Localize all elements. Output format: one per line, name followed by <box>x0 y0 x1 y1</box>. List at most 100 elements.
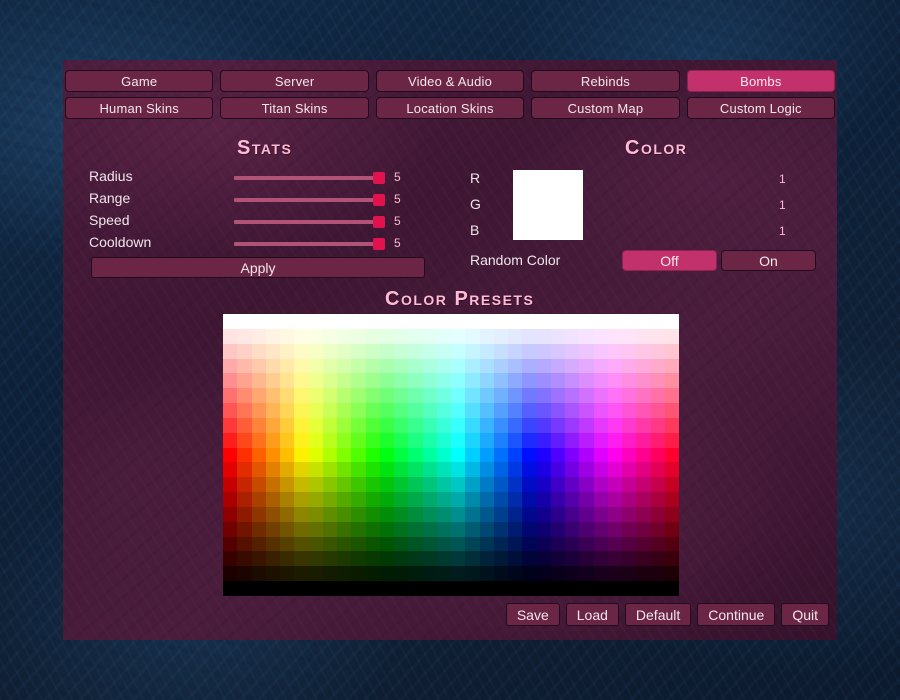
save-button[interactable]: Save <box>505 603 560 626</box>
color-preset-swatch[interactable] <box>536 447 551 463</box>
color-preset-swatch[interactable] <box>237 328 252 344</box>
color-preset-swatch[interactable] <box>308 417 323 433</box>
tab-game[interactable]: Game <box>65 70 214 92</box>
color-preset-swatch[interactable] <box>479 447 494 463</box>
color-preset-swatch[interactable] <box>422 506 437 522</box>
color-preset-swatch[interactable] <box>265 373 280 389</box>
color-preset-swatch[interactable] <box>365 447 380 463</box>
color-preset-swatch[interactable] <box>465 506 480 522</box>
color-preset-swatch[interactable] <box>479 328 494 344</box>
color-preset-swatch[interactable] <box>565 358 580 374</box>
color-preset-swatch[interactable] <box>351 403 366 418</box>
color-preset-swatch[interactable] <box>351 343 366 359</box>
color-preset-swatch[interactable] <box>536 477 551 493</box>
color-preset-swatch[interactable] <box>493 492 508 507</box>
color-preset-swatch[interactable] <box>650 358 665 374</box>
color-preset-swatch[interactable] <box>550 536 565 552</box>
color-preset-swatch[interactable] <box>650 551 665 567</box>
color-preset-swatch[interactable] <box>294 506 309 522</box>
color-preset-swatch[interactable] <box>294 536 309 552</box>
color-preset-swatch[interactable] <box>294 373 309 389</box>
color-preset-swatch[interactable] <box>394 462 409 478</box>
color-preset-swatch[interactable] <box>422 581 437 596</box>
color-preset-swatch[interactable] <box>308 314 323 329</box>
color-preset-swatch[interactable] <box>593 314 608 329</box>
color-preset-swatch[interactable] <box>465 536 480 552</box>
color-preset-swatch[interactable] <box>408 581 423 596</box>
color-preset-swatch[interactable] <box>280 358 295 374</box>
color-preset-swatch[interactable] <box>622 551 637 567</box>
color-preset-swatch[interactable] <box>550 581 565 596</box>
color-preset-swatch[interactable] <box>565 432 580 448</box>
color-preset-swatch[interactable] <box>550 388 565 404</box>
color-preset-swatch[interactable] <box>508 388 523 404</box>
color-preset-swatch[interactable] <box>536 506 551 522</box>
color-preset-swatch[interactable] <box>422 314 437 329</box>
color-preset-swatch[interactable] <box>465 492 480 507</box>
color-preset-swatch[interactable] <box>451 388 466 404</box>
color-preset-swatch[interactable] <box>251 432 266 448</box>
color-preset-swatch[interactable] <box>550 358 565 374</box>
color-preset-swatch[interactable] <box>593 343 608 359</box>
color-preset-swatch[interactable] <box>308 566 323 582</box>
color-preset-swatch[interactable] <box>550 417 565 433</box>
color-preset-swatch[interactable] <box>308 462 323 478</box>
color-preset-swatch[interactable] <box>550 447 565 463</box>
color-preset-swatch[interactable] <box>265 343 280 359</box>
color-preset-swatch[interactable] <box>322 536 337 552</box>
color-preset-swatch[interactable] <box>550 566 565 582</box>
color-preset-swatch[interactable] <box>294 492 309 507</box>
tab-bombs[interactable]: Bombs <box>686 70 836 92</box>
color-preset-swatch[interactable] <box>351 521 366 537</box>
color-preset-swatch[interactable] <box>408 373 423 389</box>
color-preset-swatch[interactable] <box>636 432 651 448</box>
stat-slider-range[interactable] <box>234 194 385 206</box>
color-preset-swatch[interactable] <box>223 506 238 522</box>
color-preset-swatch[interactable] <box>379 432 394 448</box>
color-preset-swatch[interactable] <box>579 314 594 329</box>
color-preset-swatch[interactable] <box>465 566 480 582</box>
color-preset-swatch[interactable] <box>622 581 637 596</box>
color-preset-swatch[interactable] <box>337 417 352 433</box>
color-preset-swatch[interactable] <box>664 506 679 522</box>
color-preset-swatch[interactable] <box>337 492 352 507</box>
color-preset-swatch[interactable] <box>593 521 608 537</box>
color-preset-swatch[interactable] <box>394 388 409 404</box>
color-preset-swatch[interactable] <box>607 447 622 463</box>
color-preset-swatch[interactable] <box>308 492 323 507</box>
color-preset-swatch[interactable] <box>408 477 423 493</box>
color-preset-swatch[interactable] <box>465 432 480 448</box>
color-preset-swatch[interactable] <box>607 343 622 359</box>
color-preset-swatch[interactable] <box>565 417 580 433</box>
color-preset-swatch[interactable] <box>265 314 280 329</box>
color-preset-swatch[interactable] <box>408 328 423 344</box>
color-preset-swatch[interactable] <box>308 581 323 596</box>
color-preset-swatch[interactable] <box>636 417 651 433</box>
color-preset-swatch[interactable] <box>265 521 280 537</box>
color-preset-swatch[interactable] <box>579 403 594 418</box>
color-preset-swatch[interactable] <box>650 343 665 359</box>
color-preset-swatch[interactable] <box>265 506 280 522</box>
color-preset-swatch[interactable] <box>237 566 252 582</box>
color-preset-swatch[interactable] <box>223 343 238 359</box>
color-preset-swatch[interactable] <box>280 314 295 329</box>
color-preset-swatch[interactable] <box>508 477 523 493</box>
color-preset-swatch[interactable] <box>451 462 466 478</box>
color-preset-swatch[interactable] <box>337 551 352 567</box>
color-preset-swatch[interactable] <box>622 492 637 507</box>
color-preset-swatch[interactable] <box>322 581 337 596</box>
color-preset-swatch[interactable] <box>565 373 580 389</box>
color-preset-swatch[interactable] <box>550 462 565 478</box>
color-preset-swatch[interactable] <box>365 373 380 389</box>
color-preset-swatch[interactable] <box>436 581 451 596</box>
slider-handle[interactable] <box>373 238 385 250</box>
color-preset-swatch[interactable] <box>337 343 352 359</box>
color-preset-swatch[interactable] <box>394 403 409 418</box>
color-slider-g[interactable] <box>622 202 767 210</box>
color-preset-swatch[interactable] <box>436 358 451 374</box>
color-preset-swatch[interactable] <box>607 506 622 522</box>
color-preset-swatch[interactable] <box>451 432 466 448</box>
color-preset-swatch[interactable] <box>664 447 679 463</box>
color-preset-swatch[interactable] <box>365 388 380 404</box>
color-preset-swatch[interactable] <box>308 373 323 389</box>
